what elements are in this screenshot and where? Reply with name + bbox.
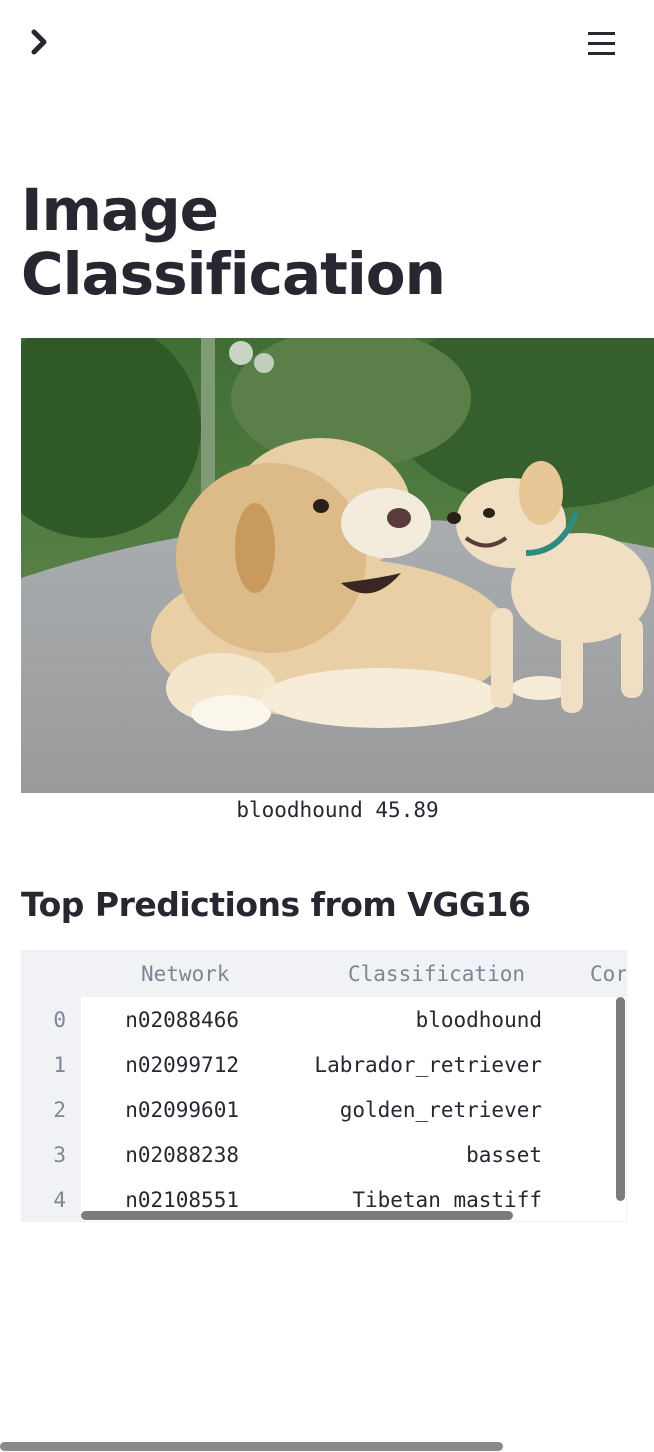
classification-cell[interactable]: basset bbox=[212, 1133, 542, 1178]
predictions-table[interactable]: Network Classification Cor 0 n02088466 b… bbox=[21, 950, 627, 1222]
table-vertical-scrollbar[interactable] bbox=[616, 997, 625, 1201]
page-horizontal-scrollbar[interactable] bbox=[0, 1442, 503, 1451]
column-header-confidence[interactable]: Cor bbox=[590, 952, 626, 997]
row-index: 3 bbox=[53, 1143, 66, 1167]
row-index: 0 bbox=[53, 1008, 66, 1032]
row-index: 2 bbox=[53, 1098, 66, 1122]
classification-cell[interactable]: golden_retriever bbox=[212, 1088, 542, 1133]
dogs-photo bbox=[21, 338, 654, 793]
row-index: 1 bbox=[53, 1053, 66, 1077]
classification-cell[interactable]: Labrador_retriever bbox=[212, 1043, 542, 1088]
classification-cell[interactable]: bloodhound bbox=[212, 998, 542, 1043]
sidebar-toggle-button[interactable] bbox=[22, 24, 60, 62]
page-title: Image Classification bbox=[21, 176, 446, 308]
main-menu-button[interactable] bbox=[580, 26, 624, 62]
image-caption: bloodhound 45.89 bbox=[236, 798, 439, 822]
predictions-heading: Top Predictions from VGG16 bbox=[21, 885, 531, 924]
hamburger-menu-icon bbox=[588, 32, 615, 55]
row-index: 4 bbox=[53, 1188, 66, 1212]
table-horizontal-scrollbar[interactable] bbox=[81, 1211, 513, 1220]
column-header-network[interactable]: Network bbox=[141, 952, 230, 997]
column-header-classification[interactable]: Classification bbox=[348, 952, 525, 997]
top-bar bbox=[0, 0, 654, 90]
chevron-right-icon bbox=[31, 29, 47, 55]
